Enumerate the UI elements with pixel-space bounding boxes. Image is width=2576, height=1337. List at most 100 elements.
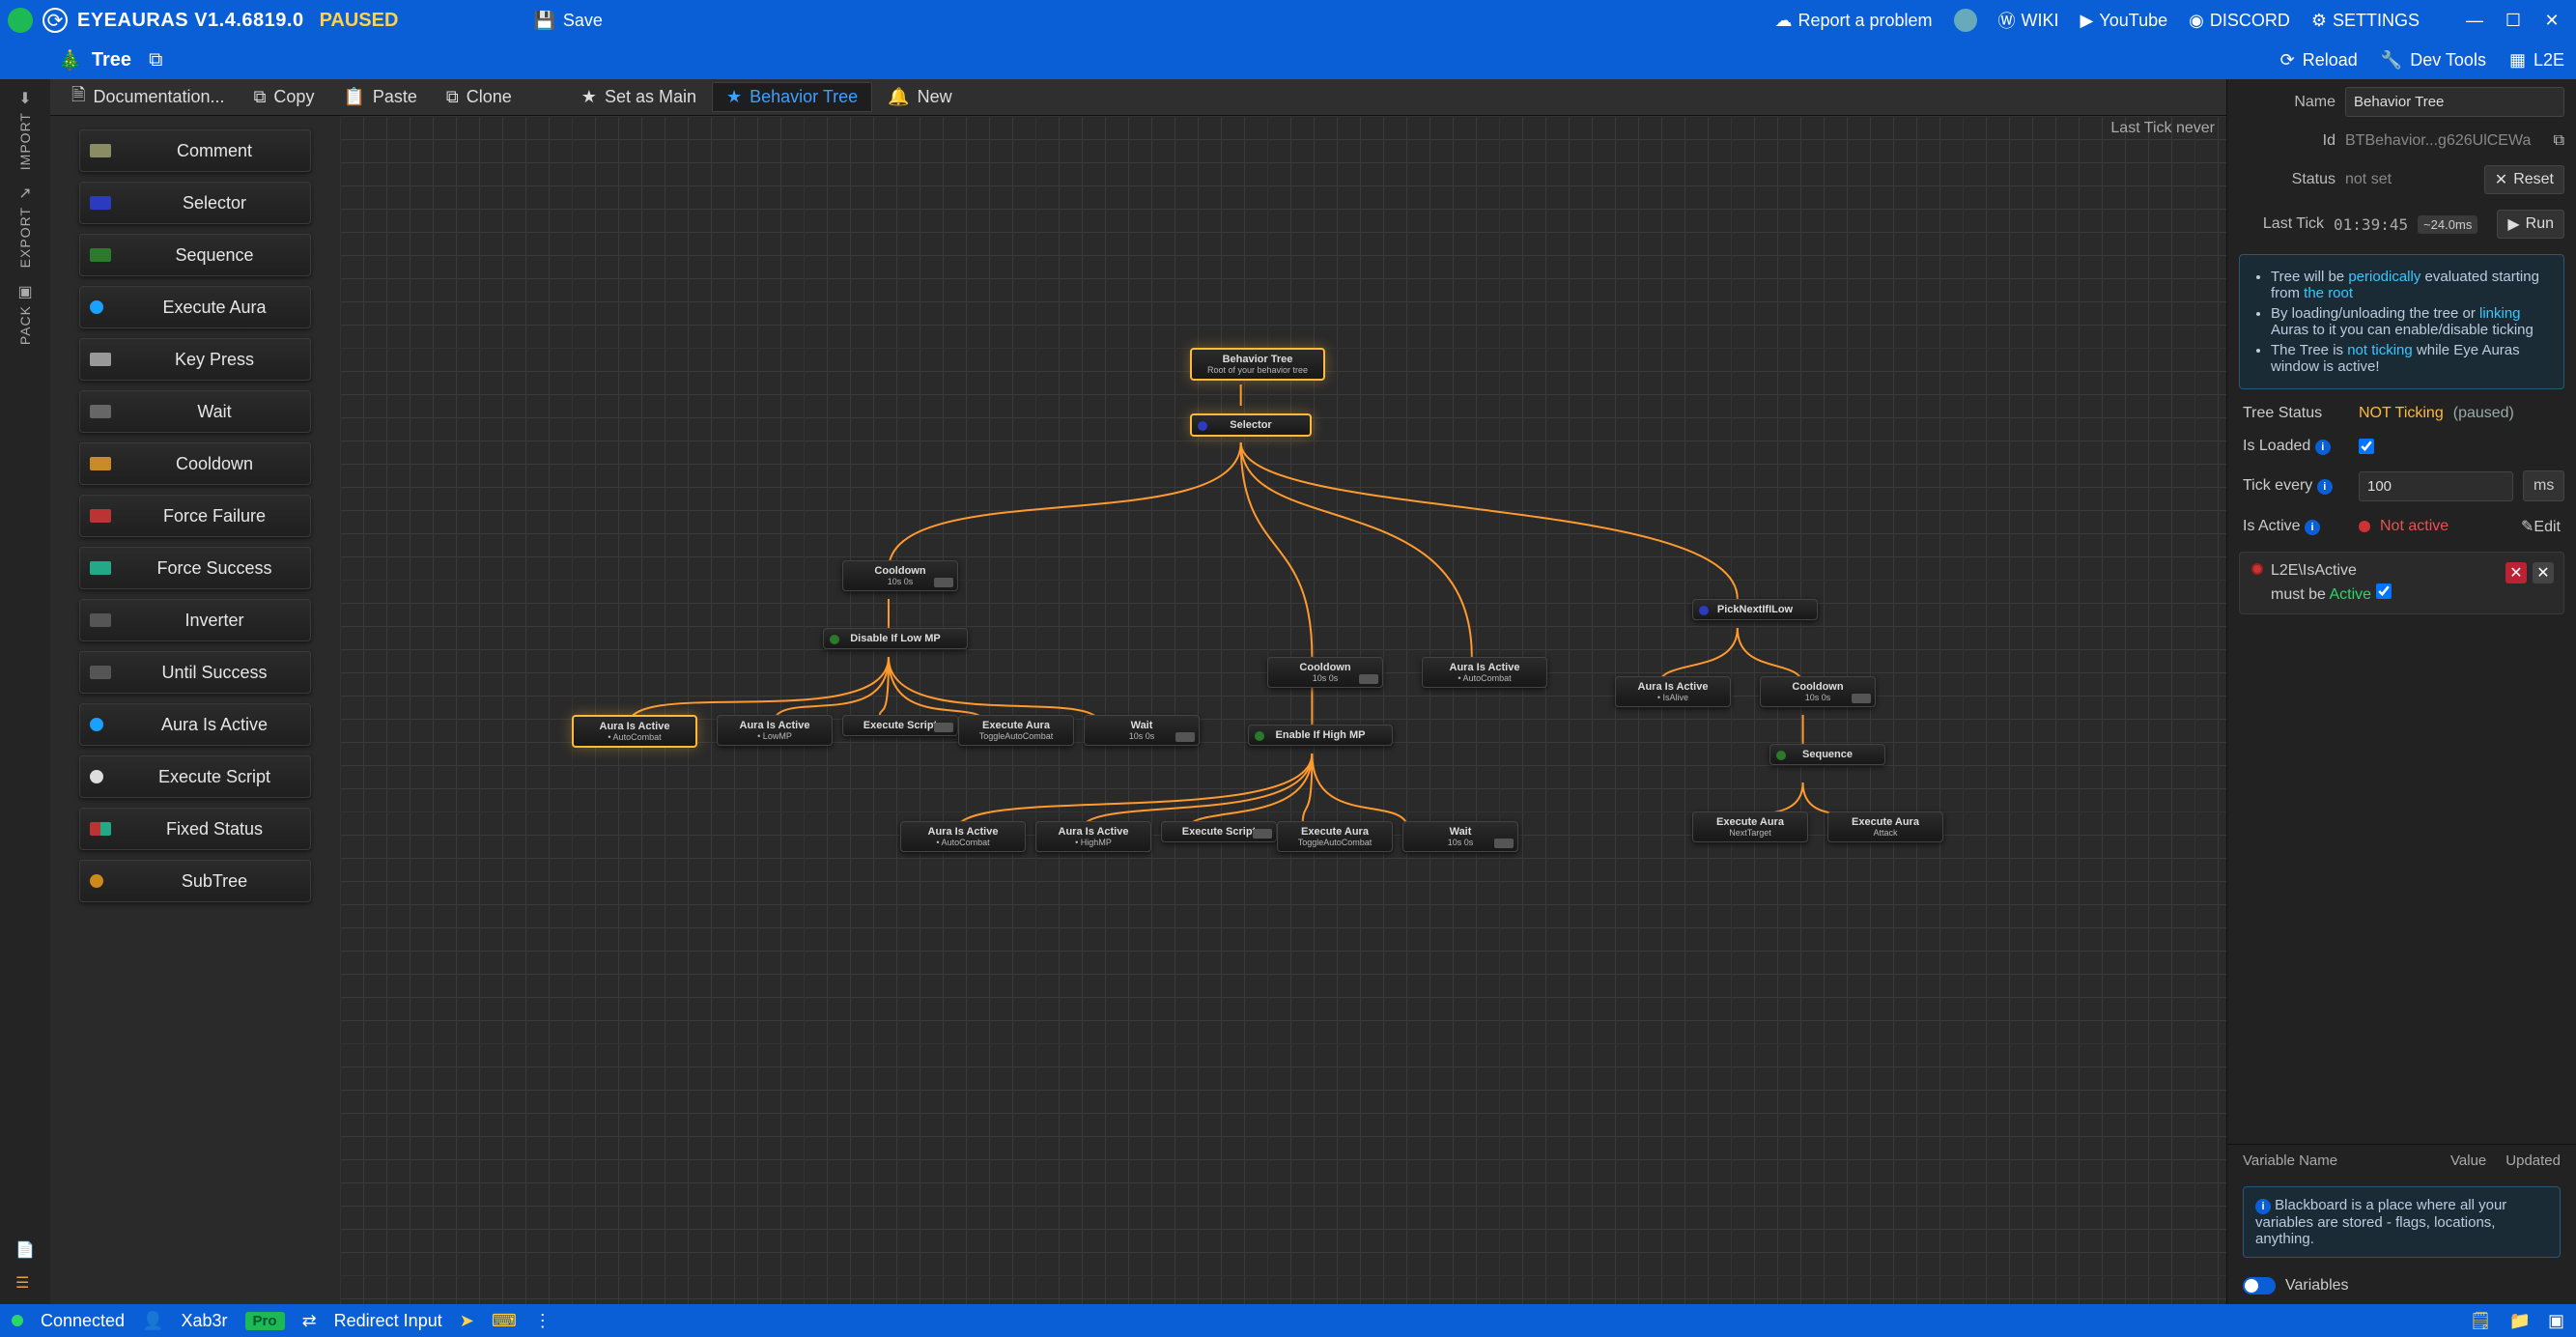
isloaded-checkbox[interactable] <box>2359 439 2374 454</box>
node-title: Aura Is Active <box>725 720 824 731</box>
report-problem-link[interactable]: ☁Report a problem <box>1774 11 1932 31</box>
remove-condition-button[interactable]: ✕ <box>2505 562 2527 583</box>
devtools-button[interactable]: 🔧Dev Tools <box>2381 50 2486 71</box>
palette-subtree[interactable]: SubTree <box>79 860 311 902</box>
node-sub: Attack <box>1836 828 1935 838</box>
settings-link[interactable]: ⚙SETTINGS <box>2311 11 2420 31</box>
palette-force-failure[interactable]: Force Failure <box>79 495 311 537</box>
l2e-button[interactable]: ▦L2E <box>2509 50 2564 71</box>
node-execute-script-1[interactable]: Execute Script <box>842 715 958 736</box>
node-cooldown-2[interactable]: Cooldown 10s 0s <box>1267 657 1383 688</box>
youtube-link[interactable]: ▶YouTube <box>2081 11 2168 31</box>
import-button[interactable]: ⬇IMPORT <box>17 89 33 170</box>
info-icon[interactable]: i <box>2305 520 2320 535</box>
palette-fixed-status[interactable]: Fixed Status <box>79 808 311 850</box>
lasttick-time: 01:39:45 <box>2334 215 2408 234</box>
node-sequence-3[interactable]: Sequence <box>1769 744 1885 765</box>
palette-execute-script[interactable]: Execute Script <box>79 755 311 798</box>
info-icon[interactable]: i <box>2315 440 2331 455</box>
node-aura-active-5[interactable]: Aura Is Active • AutoCombat <box>1422 657 1547 688</box>
palette-label: SubTree <box>182 871 247 892</box>
node-execute-aura-2[interactable]: Execute Aura ToggleAutoCombat <box>1277 821 1393 852</box>
node-execute-aura-1[interactable]: Execute Aura ToggleAutoCombat <box>958 715 1074 746</box>
copy-id-icon[interactable]: ⧉ <box>2554 132 2564 150</box>
wiki-link[interactable]: ⓌWIKI <box>1998 8 2059 33</box>
more-icon[interactable]: ⋮ <box>534 1311 552 1331</box>
list-icon[interactable]: ☰ <box>15 1273 35 1293</box>
doc-label: Documentation... <box>93 87 224 107</box>
node-wait-2[interactable]: Wait 10s 0s <box>1402 821 1518 852</box>
copy-tree-icon[interactable]: ⧉ <box>149 49 162 71</box>
avatar-icon[interactable] <box>1954 9 1977 32</box>
palette-inverter[interactable]: Inverter <box>79 599 311 641</box>
status-bar: Connected 👤Xab3r Pro ⇄Redirect Input ➤ ⌨… <box>0 1304 2576 1337</box>
comment-icon <box>90 144 111 157</box>
name-input[interactable] <box>2345 87 2564 117</box>
note-icon[interactable]: 🗒 <box>2470 1311 2492 1331</box>
save-button[interactable]: 💾 Save <box>533 11 602 31</box>
reset-button[interactable]: ✕Reset <box>2484 165 2564 194</box>
palette-comment[interactable]: Comment <box>79 129 311 172</box>
discord-link[interactable]: ◉DISCORD <box>2189 11 2290 31</box>
redirect-label[interactable]: Redirect Input <box>334 1311 442 1331</box>
tickevery-input[interactable] <box>2359 471 2513 501</box>
palette-sequence[interactable]: Sequence <box>79 234 311 276</box>
palette-wait[interactable]: Wait <box>79 390 311 433</box>
node-cooldown-3[interactable]: Cooldown 10s 0s <box>1760 676 1876 707</box>
new-button[interactable]: 🔔New <box>874 83 965 111</box>
documentation-button[interactable]: 🗎Documentation... <box>58 79 239 116</box>
node-disable-low-mp[interactable]: Disable If Low MP <box>823 628 968 649</box>
doc-icon[interactable]: 📄 <box>15 1240 35 1260</box>
gear-icon: ⚙ <box>2311 11 2327 31</box>
node-execute-aura-3[interactable]: Execute Aura NextTarget <box>1692 811 1808 842</box>
node-enable-high-mp[interactable]: Enable If High MP <box>1248 725 1393 746</box>
condition-checkbox[interactable] <box>2376 583 2392 599</box>
palette-selector[interactable]: Selector <box>79 182 311 224</box>
close-condition-button[interactable]: ✕ <box>2533 562 2554 583</box>
node-aura-active-2[interactable]: Aura Is Active • LowMP <box>717 715 833 746</box>
node-title: Cooldown <box>1769 681 1867 693</box>
clone-button[interactable]: ⧉Clone <box>433 83 525 111</box>
folder-icon[interactable]: 📁 <box>2509 1311 2531 1331</box>
cursor-icon[interactable]: ➤ <box>460 1311 474 1331</box>
node-selector[interactable]: Selector <box>1190 413 1312 437</box>
keyboard-icon[interactable]: ⌨ <box>492 1311 517 1331</box>
terminal-icon[interactable]: ▣ <box>2548 1311 2564 1331</box>
palette-key-press[interactable]: Key Press <box>79 338 311 381</box>
node-execute-script-2[interactable]: Execute Script <box>1161 821 1277 842</box>
editor-toolbar: 🗎Documentation... ⧉Copy 📋Paste ⧉Clone ★S… <box>50 79 2226 116</box>
run-button[interactable]: ▶Run <box>2497 210 2564 239</box>
node-aura-active-6[interactable]: Aura Is Active • IsAlive <box>1615 676 1731 707</box>
pack-button[interactable]: ▣PACK <box>17 282 33 345</box>
failure-icon <box>90 509 111 523</box>
variables-switch[interactable] <box>2243 1277 2276 1294</box>
minimize-button[interactable]: — <box>2458 8 2491 33</box>
graph-canvas[interactable]: Last Tick never <box>340 116 2226 1304</box>
node-aura-active-4[interactable]: Aura Is Active • HighMP <box>1035 821 1151 852</box>
palette-force-success[interactable]: Force Success <box>79 547 311 589</box>
palette-execute-aura[interactable]: Execute Aura <box>79 286 311 328</box>
node-root[interactable]: Behavior Tree Root of your behavior tree <box>1190 348 1325 381</box>
set-as-main-button[interactable]: ★Set as Main <box>568 83 710 111</box>
node-wait-1[interactable]: Wait 10s 0s <box>1084 715 1200 746</box>
node-pick-next[interactable]: PickNextIfILow <box>1692 599 1818 620</box>
palette-aura-is-active[interactable]: Aura Is Active <box>79 703 311 746</box>
condition-card[interactable]: ✕ ✕ L2E\IsActive must be Active <box>2239 552 2564 614</box>
copy-button[interactable]: ⧉Copy <box>241 83 328 111</box>
reload-button[interactable]: ⟳Reload <box>2280 50 2358 71</box>
node-cooldown-1[interactable]: Cooldown 10s 0s <box>842 560 958 591</box>
node-aura-active-3[interactable]: Aura Is Active • AutoCombat <box>900 821 1026 852</box>
node-aura-active-1[interactable]: Aura Is Active • AutoCombat <box>572 715 697 748</box>
close-button[interactable]: ✕ <box>2535 8 2568 33</box>
info-icon[interactable]: i <box>2317 479 2333 495</box>
node-execute-aura-4[interactable]: Execute Aura Attack <box>1827 811 1943 842</box>
play-icon: ▶ <box>2507 214 2519 234</box>
export-button[interactable]: ↗EXPORT <box>17 184 33 268</box>
palette-until-success[interactable]: Until Success <box>79 651 311 694</box>
edit-button[interactable]: ✎Edit <box>2521 517 2561 536</box>
until-icon <box>90 666 111 679</box>
palette-cooldown[interactable]: Cooldown <box>79 442 311 485</box>
paste-button[interactable]: 📋Paste <box>329 83 430 111</box>
behavior-tree-tab[interactable]: ★Behavior Tree <box>712 82 872 112</box>
maximize-button[interactable]: ☐ <box>2497 8 2530 33</box>
